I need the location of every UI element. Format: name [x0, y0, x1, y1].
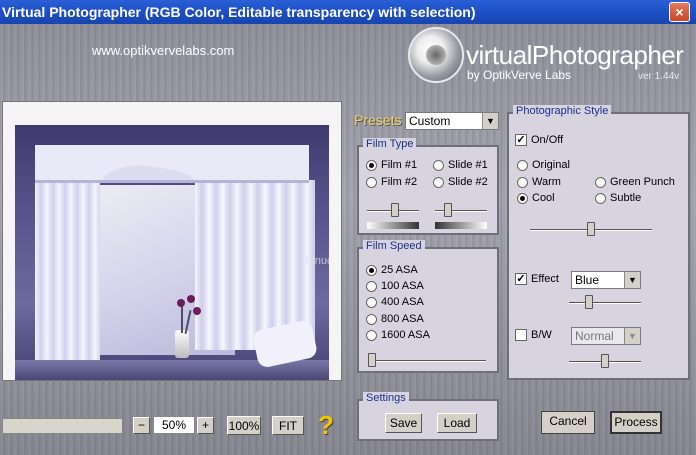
- photographic-style-title: Photographic Style: [513, 105, 612, 117]
- film-type-title: Film Type: [363, 138, 417, 150]
- website-url[interactable]: www.optikvervelabs.com: [92, 43, 234, 58]
- title-bar: Virtual Photographer (RGB Color, Editabl…: [0, 0, 696, 24]
- radio-dot[interactable]: [595, 176, 606, 188]
- radio-cool[interactable]: Cool: [517, 192, 555, 204]
- chevron-down-icon[interactable]: ▼: [482, 113, 498, 129]
- preview-image[interactable]: Pinuccia: [15, 125, 329, 380]
- style-slider-thumb[interactable]: [587, 222, 595, 236]
- radio-dot[interactable]: [595, 192, 606, 204]
- zoom-in-button[interactable]: +: [197, 417, 214, 434]
- bw-slider-thumb[interactable]: [601, 354, 609, 368]
- film-slider-thumb[interactable]: [391, 203, 399, 217]
- version-label: ver 1.44v: [638, 71, 680, 82]
- presets-label: Presets: [354, 112, 402, 128]
- chevron-down-icon[interactable]: ▼: [624, 272, 640, 288]
- fit-button[interactable]: FIT: [272, 416, 304, 435]
- brand-name: virtualPhotographer: [466, 40, 684, 70]
- radio-dot[interactable]: [433, 159, 444, 171]
- radio-dot[interactable]: [366, 176, 377, 188]
- radio-1600-asa[interactable]: 1600 ASA: [366, 329, 430, 341]
- progress-bar: [2, 418, 123, 434]
- radio-film-2[interactable]: Film #2: [366, 176, 417, 188]
- onoff-checkbox[interactable]: ✓ On/Off: [515, 134, 563, 146]
- effect-slider-thumb[interactable]: [585, 295, 593, 309]
- speed-slider-thumb[interactable]: [368, 353, 376, 367]
- radio-dot[interactable]: [366, 264, 377, 276]
- radio-dot[interactable]: [517, 192, 528, 204]
- radio-slide-2[interactable]: Slide #2: [433, 176, 488, 188]
- radio-100-asa[interactable]: 100 ASA: [366, 280, 424, 292]
- save-button[interactable]: Save: [385, 413, 422, 433]
- process-button[interactable]: Process: [610, 411, 662, 434]
- speed-slider-track[interactable]: [368, 360, 486, 362]
- logo-icon: [408, 27, 464, 83]
- slide-slider-track[interactable]: [435, 210, 487, 212]
- check-icon[interactable]: [515, 329, 527, 341]
- radio-green-punch[interactable]: Green Punch: [595, 176, 675, 188]
- radio-dot[interactable]: [517, 159, 528, 171]
- watermark-text: Pinuccia: [305, 255, 329, 267]
- radio-subtle[interactable]: Subtle: [595, 192, 641, 204]
- zoom-input[interactable]: 50%: [153, 416, 195, 434]
- settings-group: Settings: [357, 392, 499, 441]
- radio-dot[interactable]: [517, 176, 528, 188]
- help-icon[interactable]: ?: [318, 410, 334, 441]
- radio-warm[interactable]: Warm: [517, 176, 561, 188]
- radio-film-1[interactable]: Film #1: [366, 159, 417, 171]
- radio-dot[interactable]: [366, 296, 377, 308]
- radio-dot[interactable]: [366, 159, 377, 171]
- effect-select[interactable]: Blue ▼: [571, 271, 641, 289]
- load-button[interactable]: Load: [437, 413, 477, 433]
- radio-dot[interactable]: [433, 176, 444, 188]
- radio-original[interactable]: Original: [517, 159, 570, 171]
- settings-title: Settings: [363, 392, 409, 404]
- radio-slide-1[interactable]: Slide #1: [433, 159, 488, 171]
- radio-25-asa[interactable]: 25 ASA: [366, 264, 418, 276]
- close-button[interactable]: ×: [669, 2, 690, 22]
- bw-checkbox[interactable]: B/W: [515, 329, 552, 341]
- bw-select[interactable]: Normal ▼: [571, 327, 641, 345]
- effect-checkbox[interactable]: ✓ Effect: [515, 273, 559, 285]
- check-icon[interactable]: ✓: [515, 273, 527, 285]
- radio-dot[interactable]: [366, 280, 377, 292]
- film-gradient-bar: [367, 222, 419, 229]
- zoom-out-button[interactable]: −: [133, 417, 150, 434]
- check-icon[interactable]: ✓: [515, 134, 527, 146]
- slide-slider-thumb[interactable]: [444, 203, 452, 217]
- radio-800-asa[interactable]: 800 ASA: [366, 313, 424, 325]
- window-title: Virtual Photographer (RGB Color, Editabl…: [2, 4, 476, 20]
- radio-dot[interactable]: [366, 329, 377, 341]
- film-speed-title: Film Speed: [363, 240, 425, 252]
- effect-slider-track[interactable]: [569, 302, 641, 304]
- brand-byline: by OptikVerve Labs: [467, 68, 572, 82]
- chevron-down-icon[interactable]: ▼: [624, 328, 640, 344]
- radio-dot[interactable]: [366, 313, 377, 325]
- zoom-100-button[interactable]: 100%: [227, 416, 261, 435]
- slide-gradient-bar: [435, 222, 487, 229]
- cancel-button[interactable]: Cancel: [541, 411, 595, 434]
- radio-400-asa[interactable]: 400 ASA: [366, 296, 424, 308]
- presets-select[interactable]: Custom ▼: [405, 112, 499, 130]
